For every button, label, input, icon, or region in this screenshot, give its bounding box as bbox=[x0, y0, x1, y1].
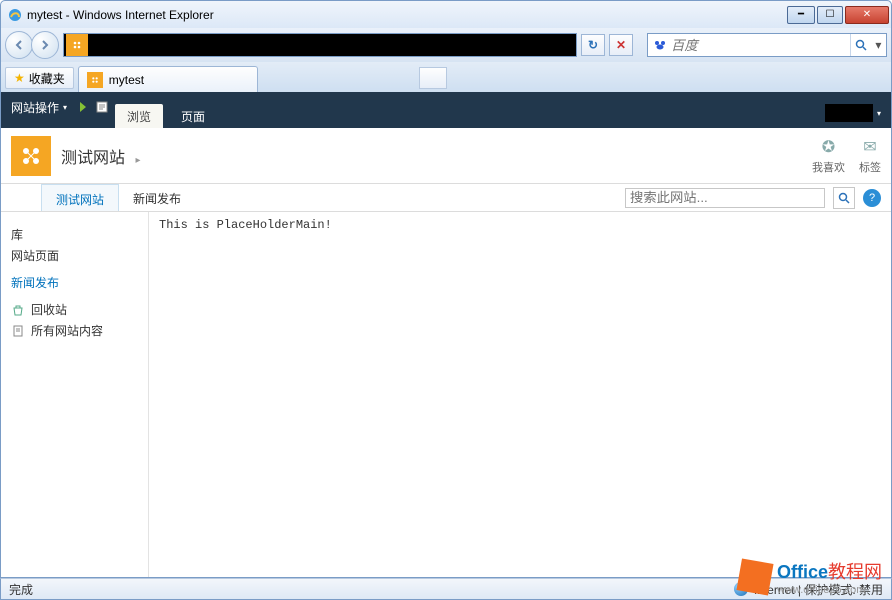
site-actions-label: 网站操作 bbox=[11, 99, 59, 116]
like-icon: ✪ bbox=[812, 137, 845, 159]
browser-search-input[interactable] bbox=[671, 38, 850, 53]
browser-tab-row: ★ 收藏夹 mytest bbox=[0, 62, 892, 92]
search-provider-icon bbox=[651, 36, 668, 54]
chevron-down-icon: ▾ bbox=[63, 103, 67, 112]
ribbon-tab-page[interactable]: 页面 bbox=[169, 104, 217, 128]
refresh-button[interactable]: ↻ bbox=[581, 34, 605, 56]
page-viewport: 网站操作 ▾ 浏览 页面 ▾ 测试网站 ▸ ✪ bbox=[0, 92, 892, 578]
favorites-label: 收藏夹 bbox=[29, 70, 65, 87]
favorites-button[interactable]: ★ 收藏夹 bbox=[5, 67, 74, 89]
placeholder-text: This is PlaceHolderMain! bbox=[159, 218, 332, 232]
search-provider-dropdown[interactable]: ▾ bbox=[871, 38, 886, 52]
status-text: 完成 bbox=[9, 581, 33, 598]
search-go-button[interactable] bbox=[850, 34, 871, 56]
close-button[interactable]: ✕ bbox=[845, 6, 889, 24]
internet-zone-icon bbox=[734, 582, 748, 596]
quick-launch: 库 网站页面 新闻发布 回收站 所有网站内容 bbox=[1, 212, 149, 577]
address-input[interactable] bbox=[90, 35, 576, 55]
window-title: mytest - Windows Internet Explorer bbox=[27, 8, 787, 22]
tags-icon: ✉ bbox=[859, 137, 881, 159]
maximize-button[interactable]: ☐ bbox=[817, 6, 843, 24]
recycle-bin-icon bbox=[11, 303, 25, 317]
browser-search-box: ▾ bbox=[647, 33, 887, 57]
leftnav-link-pages[interactable]: 网站页面 bbox=[11, 247, 138, 264]
leftnav-link-news[interactable]: 新闻发布 bbox=[11, 274, 138, 291]
leftnav-heading-lib[interactable]: 库 bbox=[11, 226, 138, 243]
window-titlebar: mytest - Windows Internet Explorer ━ ☐ ✕ bbox=[0, 0, 892, 28]
minimize-button[interactable]: ━ bbox=[787, 6, 815, 24]
site-body: 库 网站页面 新闻发布 回收站 所有网站内容 This is PlaceHo bbox=[1, 212, 891, 577]
tags-button[interactable]: ✉ 标签 bbox=[859, 137, 881, 175]
header-actions: ✪ 我喜欢 ✉ 标签 bbox=[812, 137, 881, 175]
security-zone-text: Internet | 保护模式: 禁用 bbox=[754, 581, 883, 598]
site-header: 测试网站 ▸ ✪ 我喜欢 ✉ 标签 bbox=[1, 128, 891, 184]
site-actions-menu[interactable]: 网站操作 ▾ bbox=[11, 92, 67, 128]
site-search-button[interactable] bbox=[833, 187, 855, 209]
new-tab-button[interactable] bbox=[419, 67, 447, 89]
browser-statusbar: 完成 Internet | 保护模式: 禁用 bbox=[0, 578, 892, 600]
site-search-area: ? bbox=[625, 184, 891, 211]
stop-button[interactable]: ✕ bbox=[609, 34, 633, 56]
user-menu[interactable]: ▾ bbox=[825, 104, 881, 128]
site-favicon bbox=[66, 34, 88, 56]
browser-tab[interactable]: mytest bbox=[78, 66, 258, 92]
ie-icon bbox=[7, 7, 23, 23]
back-button[interactable] bbox=[5, 31, 33, 59]
address-bar bbox=[63, 33, 577, 57]
chevron-down-icon: ▾ bbox=[877, 109, 881, 118]
ribbon-tab-browse[interactable]: 浏览 bbox=[115, 104, 163, 128]
leftnav-link-recycle[interactable]: 回收站 bbox=[11, 301, 138, 318]
site-logo[interactable] bbox=[11, 136, 51, 176]
site-title-breadcrumb[interactable]: 测试网站 ▸ bbox=[61, 144, 141, 168]
breadcrumb-arrow-icon: ▸ bbox=[135, 155, 140, 166]
document-icon bbox=[11, 324, 25, 338]
site-topnav: 测试网站 新闻发布 ? bbox=[1, 184, 891, 212]
leftnav-link-allcontent[interactable]: 所有网站内容 bbox=[11, 322, 138, 339]
navigate-up-button[interactable] bbox=[73, 92, 89, 128]
tab-title: mytest bbox=[109, 73, 144, 87]
main-content: This is PlaceHolderMain! bbox=[149, 212, 891, 577]
tab-favicon bbox=[87, 72, 103, 88]
status-right: Internet | 保护模式: 禁用 bbox=[734, 581, 883, 598]
nav-buttons bbox=[5, 31, 59, 59]
topnav-item-news[interactable]: 新闻发布 bbox=[119, 184, 195, 211]
browser-nav-toolbar: ↻ ✕ ▾ bbox=[0, 28, 892, 62]
window-controls: ━ ☐ ✕ bbox=[787, 6, 889, 24]
edit-button[interactable] bbox=[95, 92, 109, 128]
user-name-redacted bbox=[825, 104, 873, 122]
topnav-item-home[interactable]: 测试网站 bbox=[41, 184, 119, 211]
like-button[interactable]: ✪ 我喜欢 bbox=[812, 137, 845, 175]
site-search-input[interactable] bbox=[625, 188, 825, 208]
forward-button[interactable] bbox=[31, 31, 59, 59]
site-title: 测试网站 bbox=[61, 150, 125, 167]
help-button[interactable]: ? bbox=[863, 189, 881, 207]
star-icon: ★ bbox=[14, 71, 25, 85]
sharepoint-ribbon: 网站操作 ▾ 浏览 页面 ▾ bbox=[1, 92, 891, 128]
